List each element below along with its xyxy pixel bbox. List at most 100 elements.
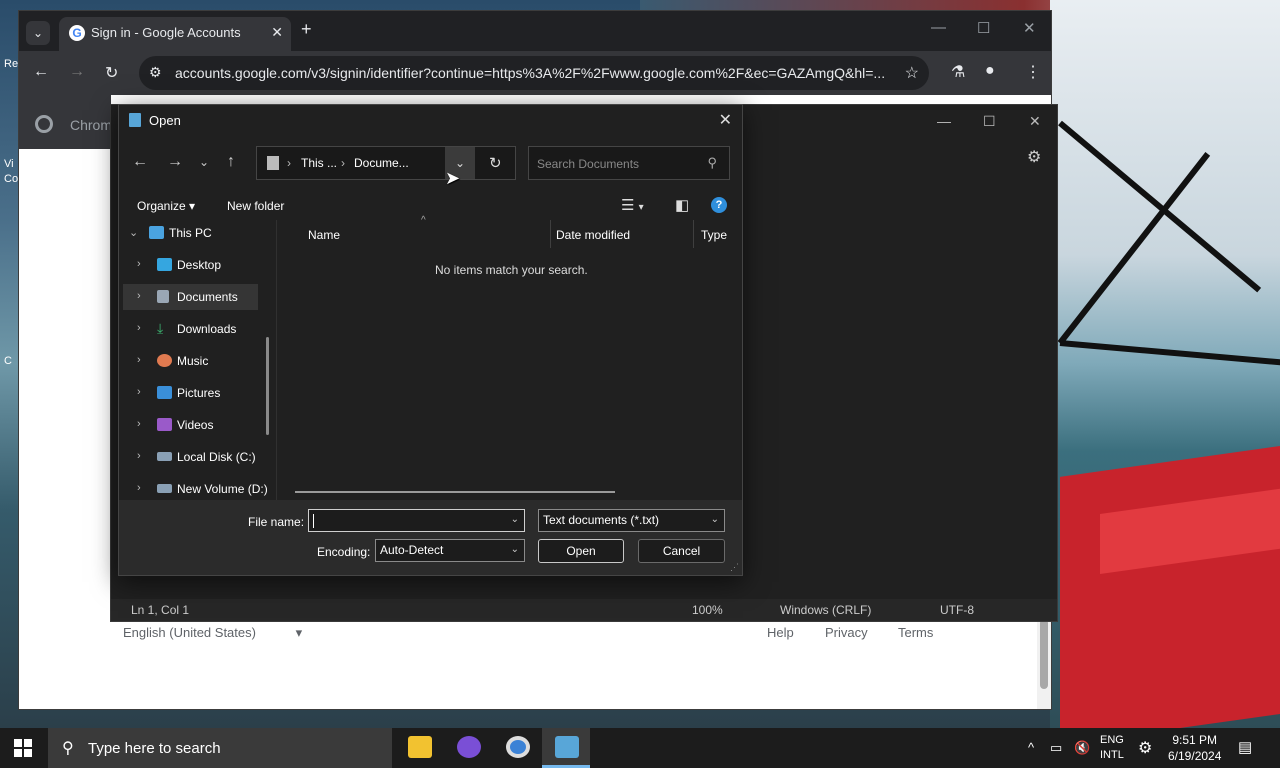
tree-scrollbar[interactable] — [266, 337, 269, 435]
tree-item-videos[interactable]: › Videos — [123, 412, 273, 438]
collapsed-chevron-icon[interactable]: › — [137, 450, 141, 462]
close-tab-icon[interactable]: ✕ — [271, 24, 283, 41]
collapsed-chevron-icon[interactable]: › — [137, 322, 141, 334]
taskbar-search-box[interactable]: ⚲ Type here to search — [48, 728, 392, 768]
reload-icon[interactable]: ↻ — [105, 63, 118, 83]
open-button[interactable]: Open — [538, 539, 624, 563]
help-link[interactable]: Help — [767, 625, 794, 640]
file-type-select[interactable]: Text documents (*.txt) ⌄ — [538, 509, 725, 532]
organize-menu[interactable]: Organize ▾ — [137, 199, 195, 213]
show-hidden-icons-chevron-icon[interactable]: ^ — [1028, 740, 1034, 755]
resize-grip-icon[interactable]: ⋰ — [730, 562, 739, 573]
page-scrollbar[interactable] — [1037, 615, 1051, 709]
collapsed-chevron-icon[interactable]: › — [137, 290, 141, 302]
firefox-button[interactable] — [444, 728, 492, 768]
column-divider[interactable] — [693, 220, 694, 248]
desktop-icon-label[interactable]: Re — [4, 58, 18, 70]
volume-muted-icon[interactable]: 🔇 — [1074, 740, 1090, 756]
tab-search-button[interactable]: ⌄ — [26, 21, 50, 45]
notifications-icon[interactable]: ▤ — [1238, 738, 1252, 756]
refresh-icon[interactable]: ↻ — [489, 154, 502, 172]
address-bar[interactable]: ⚙ accounts.google.com/v3/signin/identifi… — [139, 56, 929, 90]
organize-label: Organize — [137, 199, 186, 213]
profile-icon[interactable]: ● — [985, 62, 995, 80]
collapsed-chevron-icon[interactable]: › — [137, 258, 141, 270]
labs-flask-icon[interactable]: ⚗ — [951, 62, 965, 82]
tab-sign-in[interactable]: G Sign in - Google Accounts ✕ — [59, 17, 291, 51]
site-info-icon[interactable]: ⚙ — [149, 64, 162, 81]
breadcrumb-this-pc[interactable]: This ... — [301, 156, 337, 170]
windows-start-icon[interactable] — [14, 739, 32, 757]
desktop-icon-label[interactable]: C — [4, 355, 12, 367]
address-breadcrumb[interactable]: › This ... › Docume... ⌄ ↻ — [256, 146, 516, 180]
tree-item-label: Desktop — [177, 258, 222, 272]
cancel-button[interactable]: Cancel — [638, 539, 725, 563]
tree-item-local-disk[interactable]: › Local Disk (C:) — [123, 444, 273, 470]
column-name[interactable]: Name — [308, 228, 340, 242]
input-language[interactable]: ENG INTL — [1100, 733, 1124, 763]
chrome-toolbar: ← → ↻ ⚙ accounts.google.com/v3/signin/id… — [19, 51, 1051, 95]
minimize-icon[interactable]: — — [931, 19, 946, 36]
recent-locations-chevron-icon[interactable]: ⌄ — [199, 155, 209, 169]
back-icon[interactable]: ← — [33, 63, 49, 81]
view-options-icon[interactable]: ☰ ▾ — [621, 196, 644, 214]
new-tab-button[interactable]: + — [301, 19, 312, 40]
file-explorer-button[interactable] — [395, 728, 443, 768]
collapsed-chevron-icon[interactable]: › — [137, 354, 141, 366]
new-folder-button[interactable]: New folder — [227, 199, 284, 213]
preview-pane-icon[interactable]: ◧ — [675, 196, 689, 214]
encoding-select[interactable]: Auto-Detect ⌄ — [375, 539, 525, 562]
chevron-down-icon[interactable]: ⌄ — [511, 544, 519, 555]
tree-item-desktop[interactable]: › Desktop — [123, 252, 273, 278]
desktop-icon-label[interactable]: Co — [4, 173, 18, 185]
breadcrumb-documents[interactable]: Docume... — [354, 156, 409, 170]
maximize-icon[interactable]: ☐ — [977, 19, 990, 37]
settings-gear-icon[interactable]: ⚙ — [1027, 147, 1041, 167]
horizontal-scrollbar[interactable] — [295, 491, 615, 493]
chrome-button[interactable] — [493, 728, 541, 768]
menu-kebab-icon[interactable]: ⋮ — [1025, 62, 1041, 82]
notepad-button[interactable] — [542, 728, 590, 768]
encoding-label: Encoding: — [317, 545, 371, 559]
clock[interactable]: 9:51 PM 6/19/2024 — [1168, 732, 1221, 764]
collapsed-chevron-icon[interactable]: › — [137, 418, 141, 430]
minimize-icon[interactable]: — — [937, 113, 951, 129]
privacy-link[interactable]: Privacy — [825, 625, 868, 640]
chevron-down-icon[interactable]: ⌄ — [711, 514, 719, 525]
close-window-icon[interactable]: ✕ — [1023, 19, 1036, 37]
column-date-modified[interactable]: Date modified — [556, 228, 630, 242]
tree-item-new-volume[interactable]: › New Volume (D:) — [123, 476, 273, 500]
column-divider[interactable] — [550, 220, 551, 248]
collapsed-chevron-icon[interactable]: › — [137, 386, 141, 398]
tree-item-pictures[interactable]: › Pictures — [123, 380, 273, 406]
file-name-input[interactable]: ⌄ — [308, 509, 525, 532]
tree-item-music[interactable]: › Music — [123, 348, 273, 374]
pane-divider[interactable] — [276, 220, 277, 500]
terms-link[interactable]: Terms — [898, 625, 933, 640]
chevron-down-icon[interactable]: ⌄ — [511, 514, 519, 525]
back-icon[interactable]: ← — [132, 153, 148, 171]
download-icon: ⤓ — [157, 320, 164, 336]
url-text[interactable]: accounts.google.com/v3/signin/identifier… — [175, 65, 885, 81]
up-folder-icon[interactable]: ↑ — [227, 153, 235, 171]
help-icon[interactable]: ? — [711, 197, 727, 213]
desktop-icon-label[interactable]: Vi — [4, 158, 14, 170]
expanded-chevron-icon[interactable]: ⌄ — [129, 226, 138, 239]
scrollbar-thumb[interactable] — [1040, 619, 1048, 689]
network-icon[interactable]: ▭ — [1050, 740, 1062, 756]
collapsed-chevron-icon[interactable]: › — [137, 482, 141, 494]
column-type[interactable]: Type — [701, 228, 727, 242]
forward-icon[interactable]: → — [167, 153, 183, 171]
tree-item-downloads[interactable]: › ⤓ Downloads — [123, 316, 273, 342]
close-icon[interactable]: ✕ — [719, 110, 732, 130]
forward-icon[interactable]: → — [69, 63, 85, 81]
search-documents-input[interactable]: Search Documents ⚲ — [528, 146, 730, 180]
settings-gear-icon[interactable]: ⚙ — [1138, 738, 1152, 758]
language-selector[interactable]: English (United States) ▾ — [123, 625, 302, 641]
close-window-icon[interactable]: ✕ — [1029, 113, 1041, 130]
bookmark-text[interactable]: Chrom — [70, 117, 112, 133]
tree-item-this-pc[interactable]: ⌄ This PC — [123, 220, 273, 246]
tree-item-documents[interactable]: › Documents — [123, 284, 258, 310]
maximize-icon[interactable]: ☐ — [983, 113, 996, 130]
bookmark-star-icon[interactable]: ☆ — [905, 63, 919, 83]
